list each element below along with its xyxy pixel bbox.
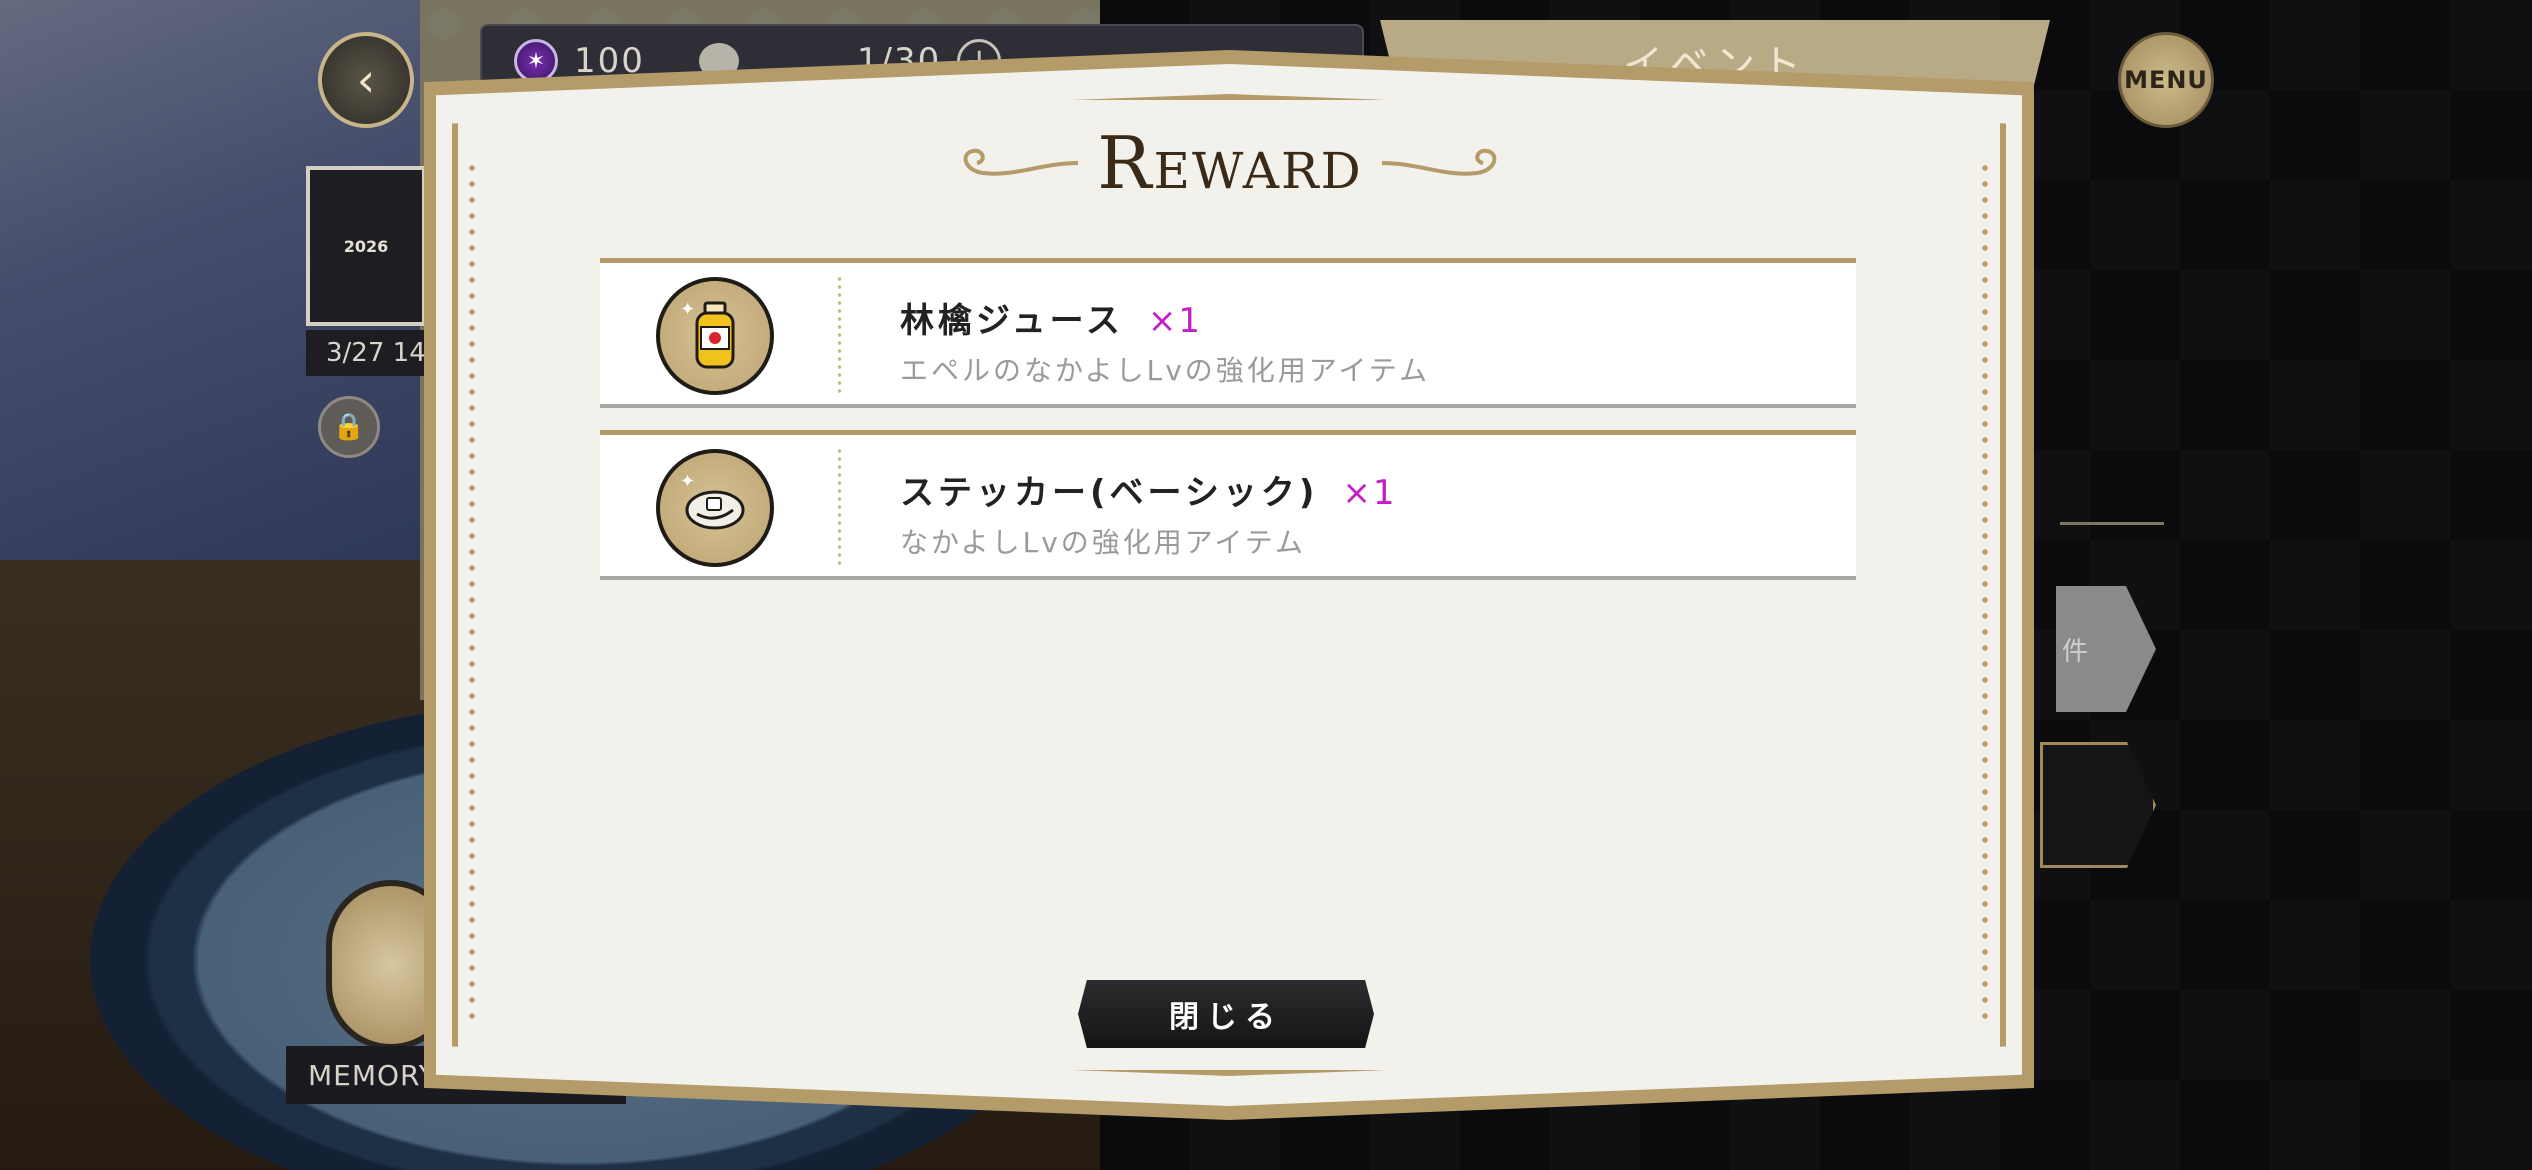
close-button-label: 閉じる <box>1169 1000 1283 1035</box>
reward-item[interactable]: ✦ ステッカー(ベーシック) ×1 なかよしLvの強化用アイテム <box>600 430 1856 580</box>
bottle-icon <box>695 301 735 369</box>
reward-item-desc: エペルのなかよしLvの強化用アイテム <box>900 354 1430 387</box>
sparkle-icon: ✦ <box>680 471 696 492</box>
reward-item[interactable]: ✦ 林檎ジュース ×1 エペルのなかよしLvの強化用アイテム <box>600 258 1856 408</box>
item-divider <box>838 447 841 567</box>
calendar-card[interactable]: 2026 <box>306 166 426 326</box>
back-button[interactable]: ‹ <box>318 32 414 128</box>
dotted-border-right <box>1982 160 1988 1020</box>
menu-label: MENU <box>2124 66 2208 94</box>
sticker-icon: ✦ <box>656 449 774 567</box>
apple-juice-bottle-icon: ✦ <box>656 277 774 395</box>
swirl-right-icon <box>1381 148 1497 176</box>
menu-button[interactable]: MENU <box>2118 32 2214 128</box>
reward-item-qty: ×1 <box>1342 473 1397 513</box>
reward-title-text: Reward <box>1097 121 1363 205</box>
item-name-text: 林檎ジュース <box>900 301 1124 341</box>
close-button[interactable]: 閉じる <box>1078 980 1374 1048</box>
sparkle-icon: ✦ <box>680 299 696 320</box>
right-divider <box>2060 522 2164 525</box>
reward-item-desc: なかよしLvの強化用アイテム <box>900 526 1306 559</box>
swirl-left-icon <box>963 148 1079 176</box>
reward-item-name: ステッカー(ベーシック) ×1 <box>900 465 1397 514</box>
back-arrow-icon: ‹ <box>356 53 376 107</box>
calendar-year: 2026 <box>343 236 389 256</box>
reward-item-name: 林檎ジュース ×1 <box>900 293 1202 342</box>
dotted-border-left <box>469 160 475 1020</box>
item-name-text: ステッカー(ベーシック) <box>900 473 1319 513</box>
gem-icon: ✶ <box>514 39 558 83</box>
reward-title: Reward <box>940 108 1520 218</box>
reward-list: ✦ 林檎ジュース ×1 エペルのなかよしLvの強化用アイテム ✦ ステッカー(ベー… <box>600 258 1856 602</box>
reward-item-qty: ×1 <box>1147 301 1203 341</box>
date-text: 3/27 14 <box>326 338 426 368</box>
lock-icon[interactable]: 🔒 <box>318 396 380 458</box>
right-side-button-label: 件 <box>2062 636 2089 667</box>
item-divider <box>838 275 841 395</box>
